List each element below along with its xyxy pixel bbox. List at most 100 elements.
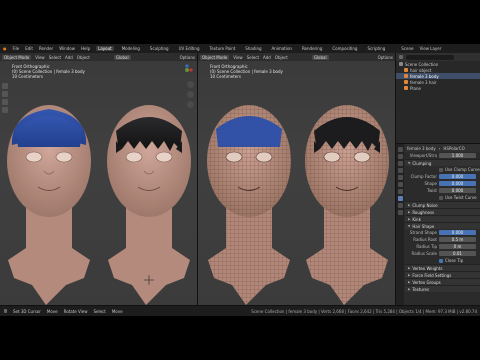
outliner-item-plane[interactable]: Plane <box>396 85 480 91</box>
menu-object[interactable]: Object <box>77 55 90 60</box>
viewport-header-left: Object Mode View Select Add Object Globa… <box>0 53 197 61</box>
head-model-blue-hair[interactable] <box>7 105 91 305</box>
menu-select[interactable]: Select <box>247 55 259 60</box>
menu-help[interactable]: Help <box>81 46 90 51</box>
mode-dropdown[interactable]: Object Mode <box>2 54 32 60</box>
checkbox-icon[interactable] <box>439 167 443 172</box>
expand-arrow-icon: ▼ <box>408 161 411 165</box>
section-vertex-weights[interactable]: ▶ Vertex Weights <box>405 264 480 271</box>
outliner-search-field[interactable] <box>406 54 454 60</box>
menu-view[interactable]: View <box>233 55 243 60</box>
head-model-wire-dark-hair[interactable] <box>305 105 389 305</box>
scene-selector[interactable]: Scene <box>401 46 413 51</box>
tab-uv-editing[interactable]: UV Editing <box>177 46 202 51</box>
status-hint-rotate: Rotate View <box>63 308 88 314</box>
transform-orientation-dropdown[interactable]: Global <box>311 54 329 60</box>
grid-scale: 10 Centimeters <box>12 74 43 79</box>
section-clump-noise[interactable]: ▶ Clump Noise <box>405 201 480 208</box>
section-vertex-groups[interactable]: ▶ Vertex Groups <box>405 278 480 285</box>
physics-tab-icon[interactable] <box>397 203 403 208</box>
menu-file[interactable]: File <box>13 46 20 51</box>
head-model-wire-blue-hair[interactable] <box>207 105 291 305</box>
modifier-tab-icon[interactable] <box>397 189 403 194</box>
tab-modeling[interactable]: Modeling <box>120 46 142 51</box>
viewport-nav-buttons <box>187 81 194 108</box>
head-models-solid <box>7 105 191 305</box>
blender-logo-icon[interactable]: ● <box>3 46 7 51</box>
checkbox-checked-icon[interactable] <box>439 258 443 263</box>
crumb-separator-icon: › <box>438 145 441 151</box>
menu-select[interactable]: Select <box>49 55 61 60</box>
tab-animation[interactable]: Animation <box>270 46 294 51</box>
scene-tab-icon[interactable] <box>397 168 403 173</box>
section-clumping[interactable]: ▼ Clumping <box>405 159 480 166</box>
tab-compositing[interactable]: Compositing <box>330 46 359 51</box>
head-models-wireframe <box>207 105 389 305</box>
menu-view[interactable]: View <box>35 55 45 60</box>
crumb-particles: HSPolarCO <box>443 145 465 151</box>
mesh-icon <box>404 86 408 90</box>
options-dropdown[interactable]: Options <box>180 55 195 60</box>
tool-shelf <box>2 83 8 113</box>
tab-layout[interactable]: Layout <box>96 46 114 51</box>
section-force-field-settings[interactable]: ▶ Force Field Settings <box>405 271 480 278</box>
move-tool-icon[interactable] <box>2 99 8 105</box>
section-roughness[interactable]: ▶ Roughness <box>405 208 480 215</box>
menu-add[interactable]: Add <box>65 55 73 60</box>
world-tab-icon[interactable] <box>397 175 403 180</box>
rotate-tool-icon[interactable] <box>2 107 8 113</box>
object-tab-icon[interactable] <box>397 182 403 187</box>
menu-add[interactable]: Add <box>263 55 271 60</box>
viewport-left[interactable]: Object Mode View Select Add Object Globa… <box>0 53 197 305</box>
camera-view-icon[interactable] <box>187 101 194 108</box>
section-textures[interactable]: ▶ Textures <box>405 285 480 292</box>
tab-scripting[interactable]: Scripting <box>365 46 387 51</box>
options-dropdown[interactable]: Options <box>378 55 393 60</box>
head-model-dark-hair[interactable] <box>107 105 191 305</box>
output-tab-icon[interactable] <box>397 161 403 166</box>
menu-window[interactable]: Window <box>59 46 75 51</box>
pan-icon[interactable] <box>187 91 194 98</box>
collapse-arrow-icon: ▶ <box>408 266 411 270</box>
material-tab-icon[interactable] <box>397 210 403 215</box>
collapse-arrow-icon: ▶ <box>408 210 411 214</box>
checkbox-icon[interactable] <box>439 195 443 200</box>
toggle-clump-curve[interactable]: Use Clump Curve <box>405 166 480 173</box>
status-hint-select: Select <box>93 308 106 314</box>
tool-tab-icon[interactable] <box>397 147 403 152</box>
menu-edit[interactable]: Edit <box>25 46 33 51</box>
tab-shading[interactable]: Shading <box>243 46 263 51</box>
collapse-arrow-icon: ▶ <box>408 280 411 284</box>
collapse-arrow-icon: ▶ <box>408 273 411 277</box>
tab-texture-paint[interactable]: Texture Paint <box>207 46 237 51</box>
field-strand-shape: Strand Shape 0.000 <box>405 229 480 236</box>
tab-sculpting[interactable]: Sculpting <box>148 46 171 51</box>
render-tab-icon[interactable] <box>397 154 403 159</box>
status-bar: Set 3D Cursor Move Rotate View Select Mo… <box>0 305 480 316</box>
field-viewport-strands: Viewport/Stra 1.000 <box>405 152 480 159</box>
zoom-icon[interactable] <box>187 81 194 88</box>
toggle-twist-curve[interactable]: Use Twist Curve <box>405 194 480 201</box>
section-hair-shape[interactable]: ▼ Hair Shape <box>405 222 480 229</box>
view-layer-selector[interactable]: View Layer <box>419 46 441 51</box>
crumb-object: female 3 body <box>407 145 436 151</box>
field-twist: Twist 0.000 <box>405 187 480 194</box>
particles-tab-icon[interactable] <box>397 196 403 201</box>
outliner-filter-icon[interactable] <box>399 55 403 59</box>
collapse-arrow-icon: ▶ <box>408 287 411 291</box>
toggle-close-tip[interactable]: Close Tip <box>405 257 480 264</box>
mode-dropdown[interactable]: Object Mode <box>200 54 230 60</box>
cursor-tool-icon[interactable] <box>2 91 8 97</box>
transform-orientation-dropdown[interactable]: Global <box>113 54 131 60</box>
menu-object[interactable]: Object <box>275 55 288 60</box>
mesh-icon <box>404 80 408 84</box>
navigation-gizmo-icon[interactable] <box>181 64 193 76</box>
top-menu-bar: ● File Edit Render Window Help Layout Mo… <box>0 44 480 53</box>
properties-content: female 3 body › HSPolarCO Viewport/Stra … <box>405 144 480 305</box>
select-tool-icon[interactable] <box>2 83 8 89</box>
tab-rendering[interactable]: Rendering <box>300 46 324 51</box>
mouse-left-icon <box>4 309 7 313</box>
menu-render[interactable]: Render <box>39 46 53 51</box>
section-kink[interactable]: ▶ Kink <box>405 215 480 222</box>
viewport-right[interactable]: Object Mode View Select Add Object Globa… <box>197 53 395 305</box>
